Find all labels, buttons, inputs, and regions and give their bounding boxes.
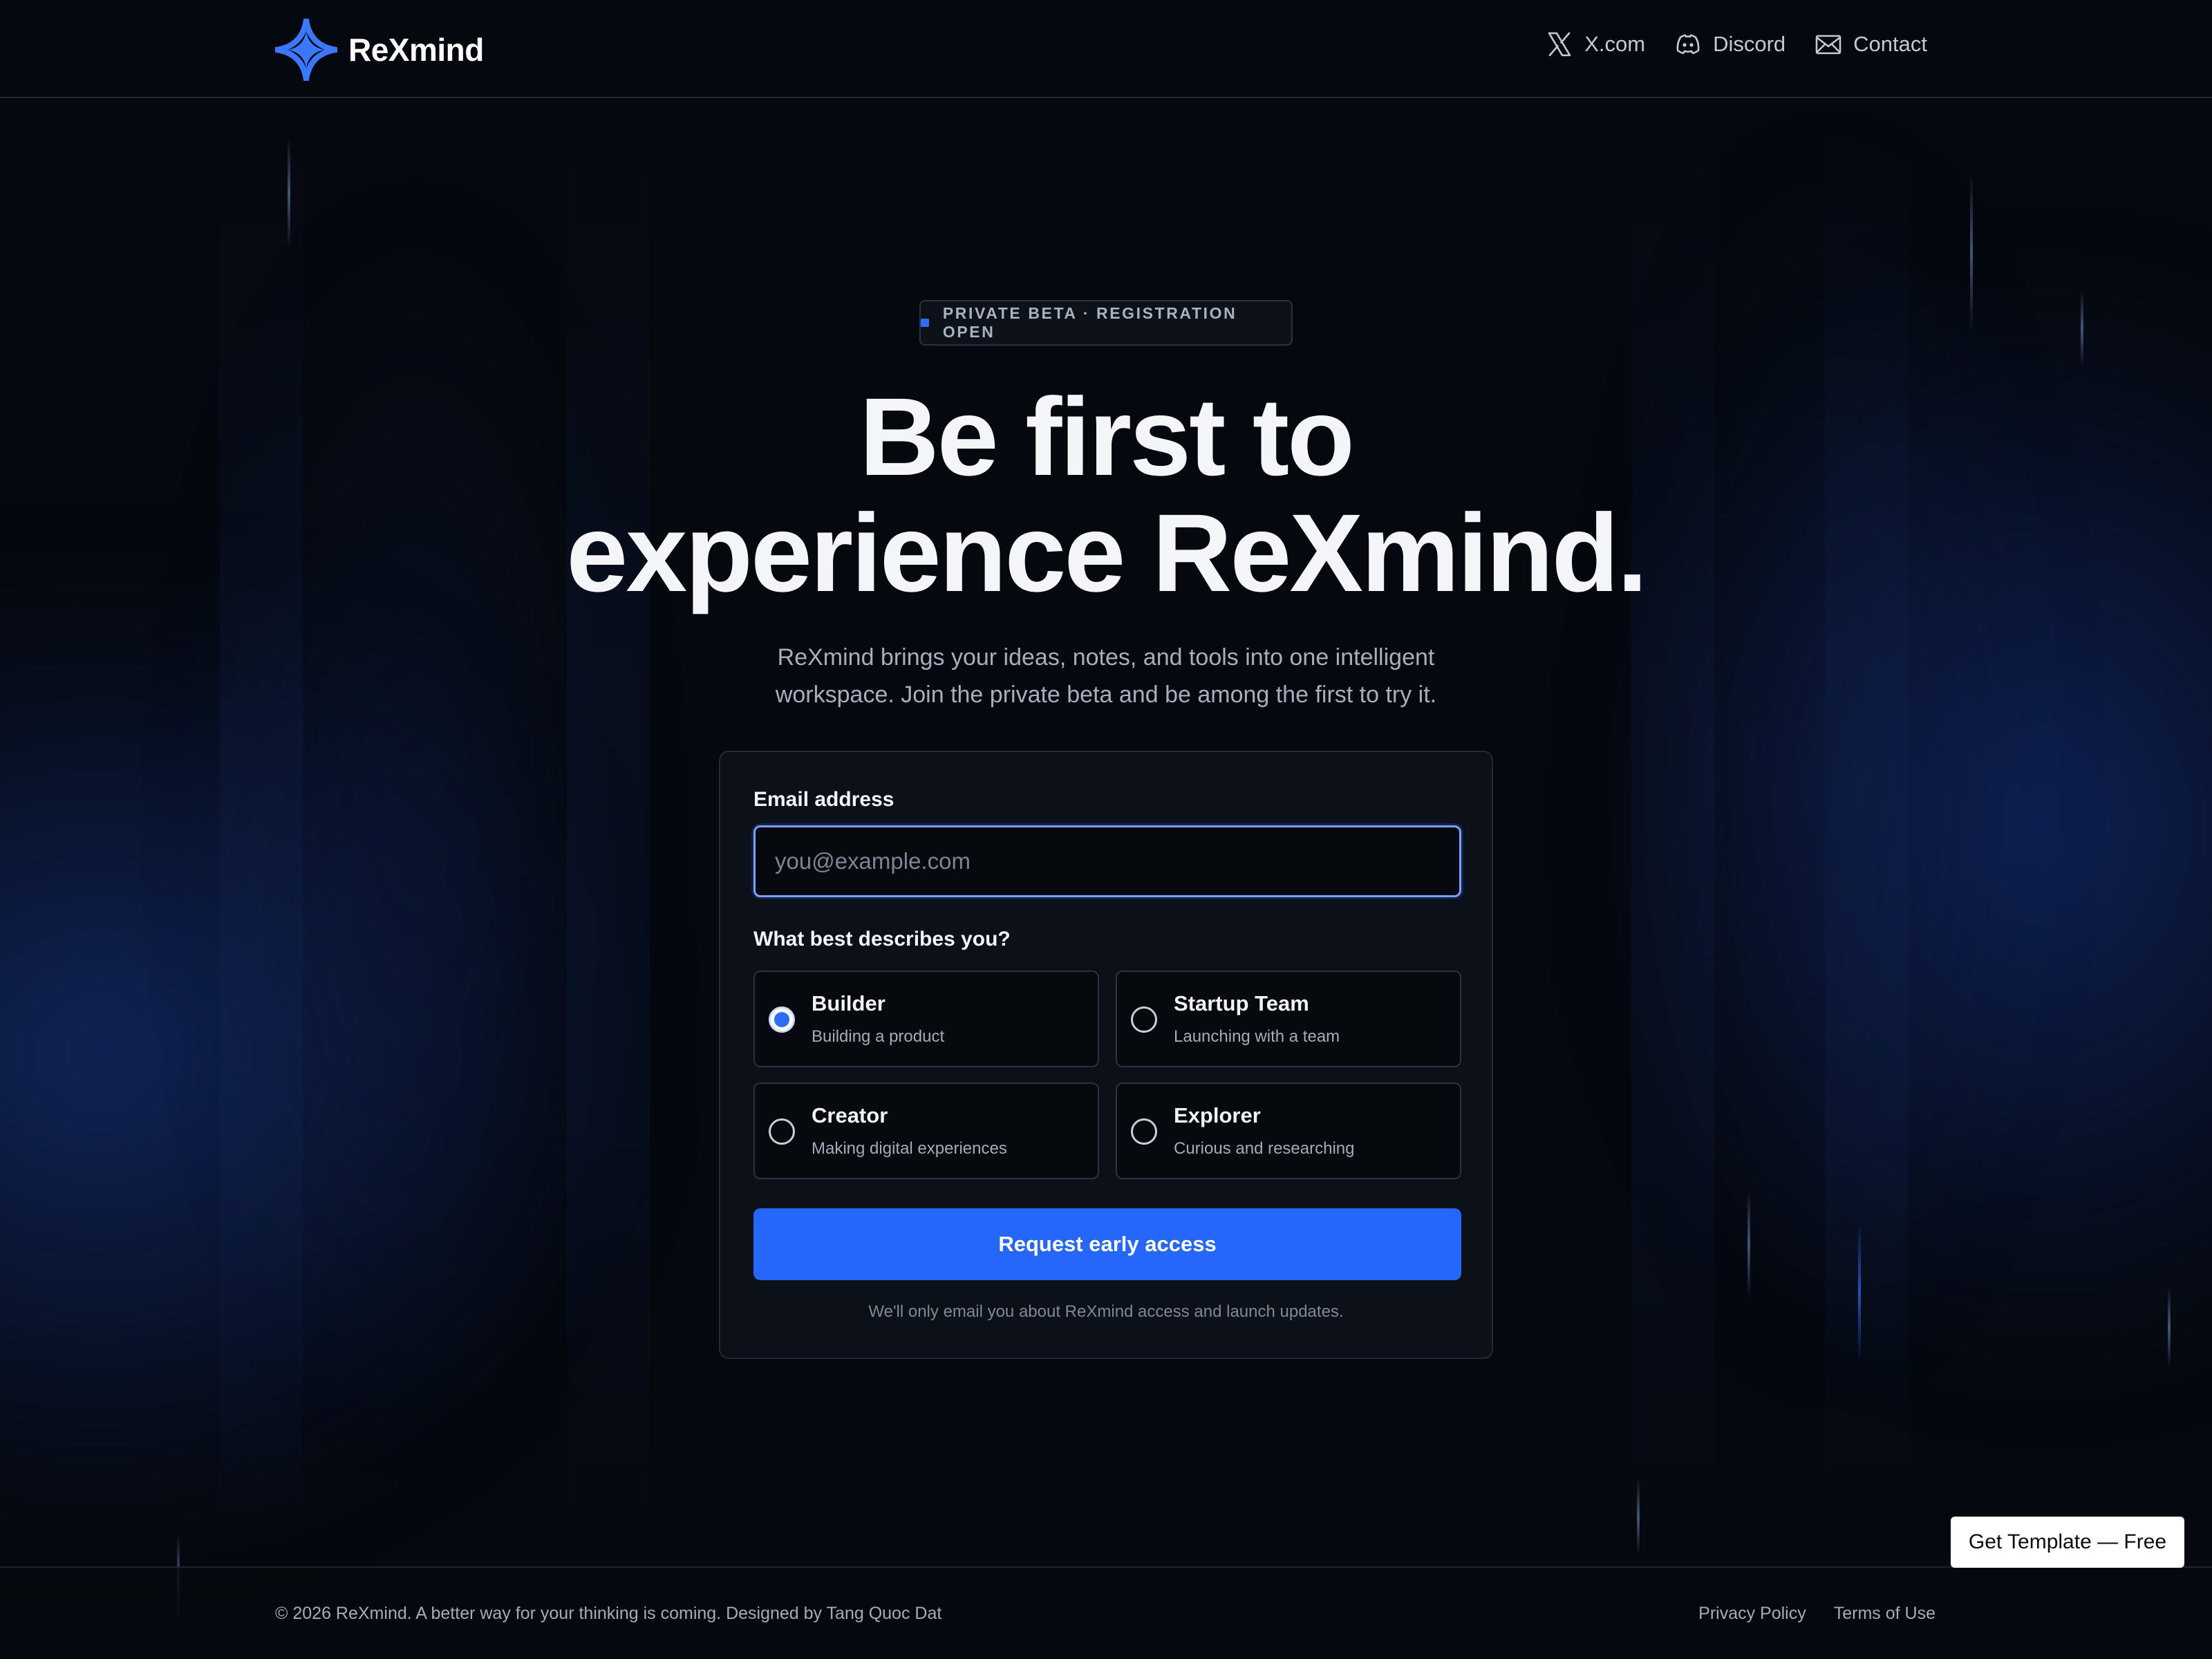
- role-option-description: Launching with a team: [1174, 1027, 1340, 1046]
- footer-links: Privacy Policy Terms of Use: [1698, 1604, 1936, 1624]
- light-streak: [1637, 1479, 1640, 1555]
- brand-logo[interactable]: ReXmind: [275, 18, 484, 82]
- copyright-text: © 2026 ReXmind. A better way for your th…: [275, 1604, 942, 1623]
- role-option-title: Builder: [812, 991, 885, 1015]
- role-option-title: Explorer: [1174, 1103, 1261, 1127]
- light-streak: [2081, 290, 2083, 366]
- nav-link-discord[interactable]: Discord: [1674, 30, 1785, 58]
- light-streak: [288, 138, 290, 249]
- four-point-star-icon: [275, 19, 337, 81]
- light-streak: [1747, 1189, 1750, 1300]
- radio-button[interactable]: [1131, 1118, 1157, 1145]
- nav-link-x[interactable]: X.com: [1546, 30, 1645, 58]
- badge-text: PRIVATE BETA · REGISTRATION OPEN: [942, 304, 1237, 341]
- radio-button[interactable]: [769, 1118, 795, 1145]
- background-column: [567, 97, 650, 1562]
- role-option-description: Making digital experiences: [812, 1139, 1007, 1158]
- page: ReXmind X.com Discord Contact PRIVATE BE…: [0, 0, 2212, 1659]
- role-options: Builder Building a product Startup Team …: [753, 971, 1461, 1179]
- role-option-description: Curious and researching: [1174, 1139, 1355, 1158]
- background-column: [220, 97, 303, 1562]
- headline-line-2: experience ReXmind.: [566, 491, 1647, 615]
- role-option-startup-team[interactable]: Startup Team Launching with a team: [1116, 971, 1461, 1067]
- request-access-button[interactable]: Request early access: [753, 1208, 1461, 1280]
- light-streak: [2168, 1286, 2171, 1369]
- email-label: Email address: [753, 788, 894, 811]
- nav-link-label: Contact: [1853, 32, 1927, 56]
- mail-icon: [1815, 35, 1841, 55]
- role-option-explorer[interactable]: Explorer Curious and researching: [1116, 1082, 1461, 1179]
- role-option-title: Creator: [812, 1103, 888, 1127]
- nav-link-label: Discord: [1713, 32, 1786, 56]
- footer: © 2026 ReXmind. A better way for your th…: [0, 1566, 2212, 1659]
- privacy-policy-link[interactable]: Privacy Policy: [1698, 1604, 1806, 1624]
- email-input[interactable]: [753, 825, 1461, 897]
- role-option-builder[interactable]: Builder Building a product: [753, 971, 1099, 1067]
- role-question: What best describes you?: [753, 928, 1011, 950]
- background-column: [1631, 97, 1714, 1562]
- header-nav: X.com Discord Contact: [1546, 30, 1927, 58]
- brand-name: ReXmind: [348, 32, 484, 68]
- radio-button[interactable]: [1131, 1006, 1157, 1033]
- headline-line-1: Be first to: [859, 375, 1355, 498]
- status-badge: PRIVATE BETA · REGISTRATION OPEN: [919, 300, 1293, 346]
- nav-link-label: X.com: [1584, 32, 1646, 56]
- privacy-note: We'll only email you about ReXmind acces…: [868, 1302, 1344, 1321]
- page-title: Be first to experience ReXmind.: [415, 379, 1797, 611]
- radio-button-selected[interactable]: [769, 1006, 795, 1033]
- get-template-button[interactable]: Get Template — Free: [1951, 1517, 2184, 1568]
- early-access-form: Email address What best describes you? B…: [719, 751, 1493, 1359]
- light-streak: [1858, 1224, 1861, 1362]
- light-streak: [1970, 173, 1973, 332]
- role-option-title: Startup Team: [1174, 991, 1309, 1015]
- hero-subtitle: ReXmind brings your ideas, notes, and to…: [775, 644, 1437, 708]
- x-logo-icon: [1548, 32, 1571, 57]
- nav-link-contact[interactable]: Contact: [1815, 30, 1927, 58]
- top-navbar: ReXmind X.com Discord Contact: [0, 0, 2212, 98]
- role-option-description: Building a product: [812, 1027, 945, 1046]
- badge-dot: [921, 319, 929, 327]
- discord-icon: [1676, 34, 1700, 55]
- background-column: [1825, 97, 1908, 1562]
- role-option-creator[interactable]: Creator Making digital experiences: [753, 1082, 1099, 1179]
- terms-of-use-link[interactable]: Terms of Use: [1834, 1604, 1936, 1624]
